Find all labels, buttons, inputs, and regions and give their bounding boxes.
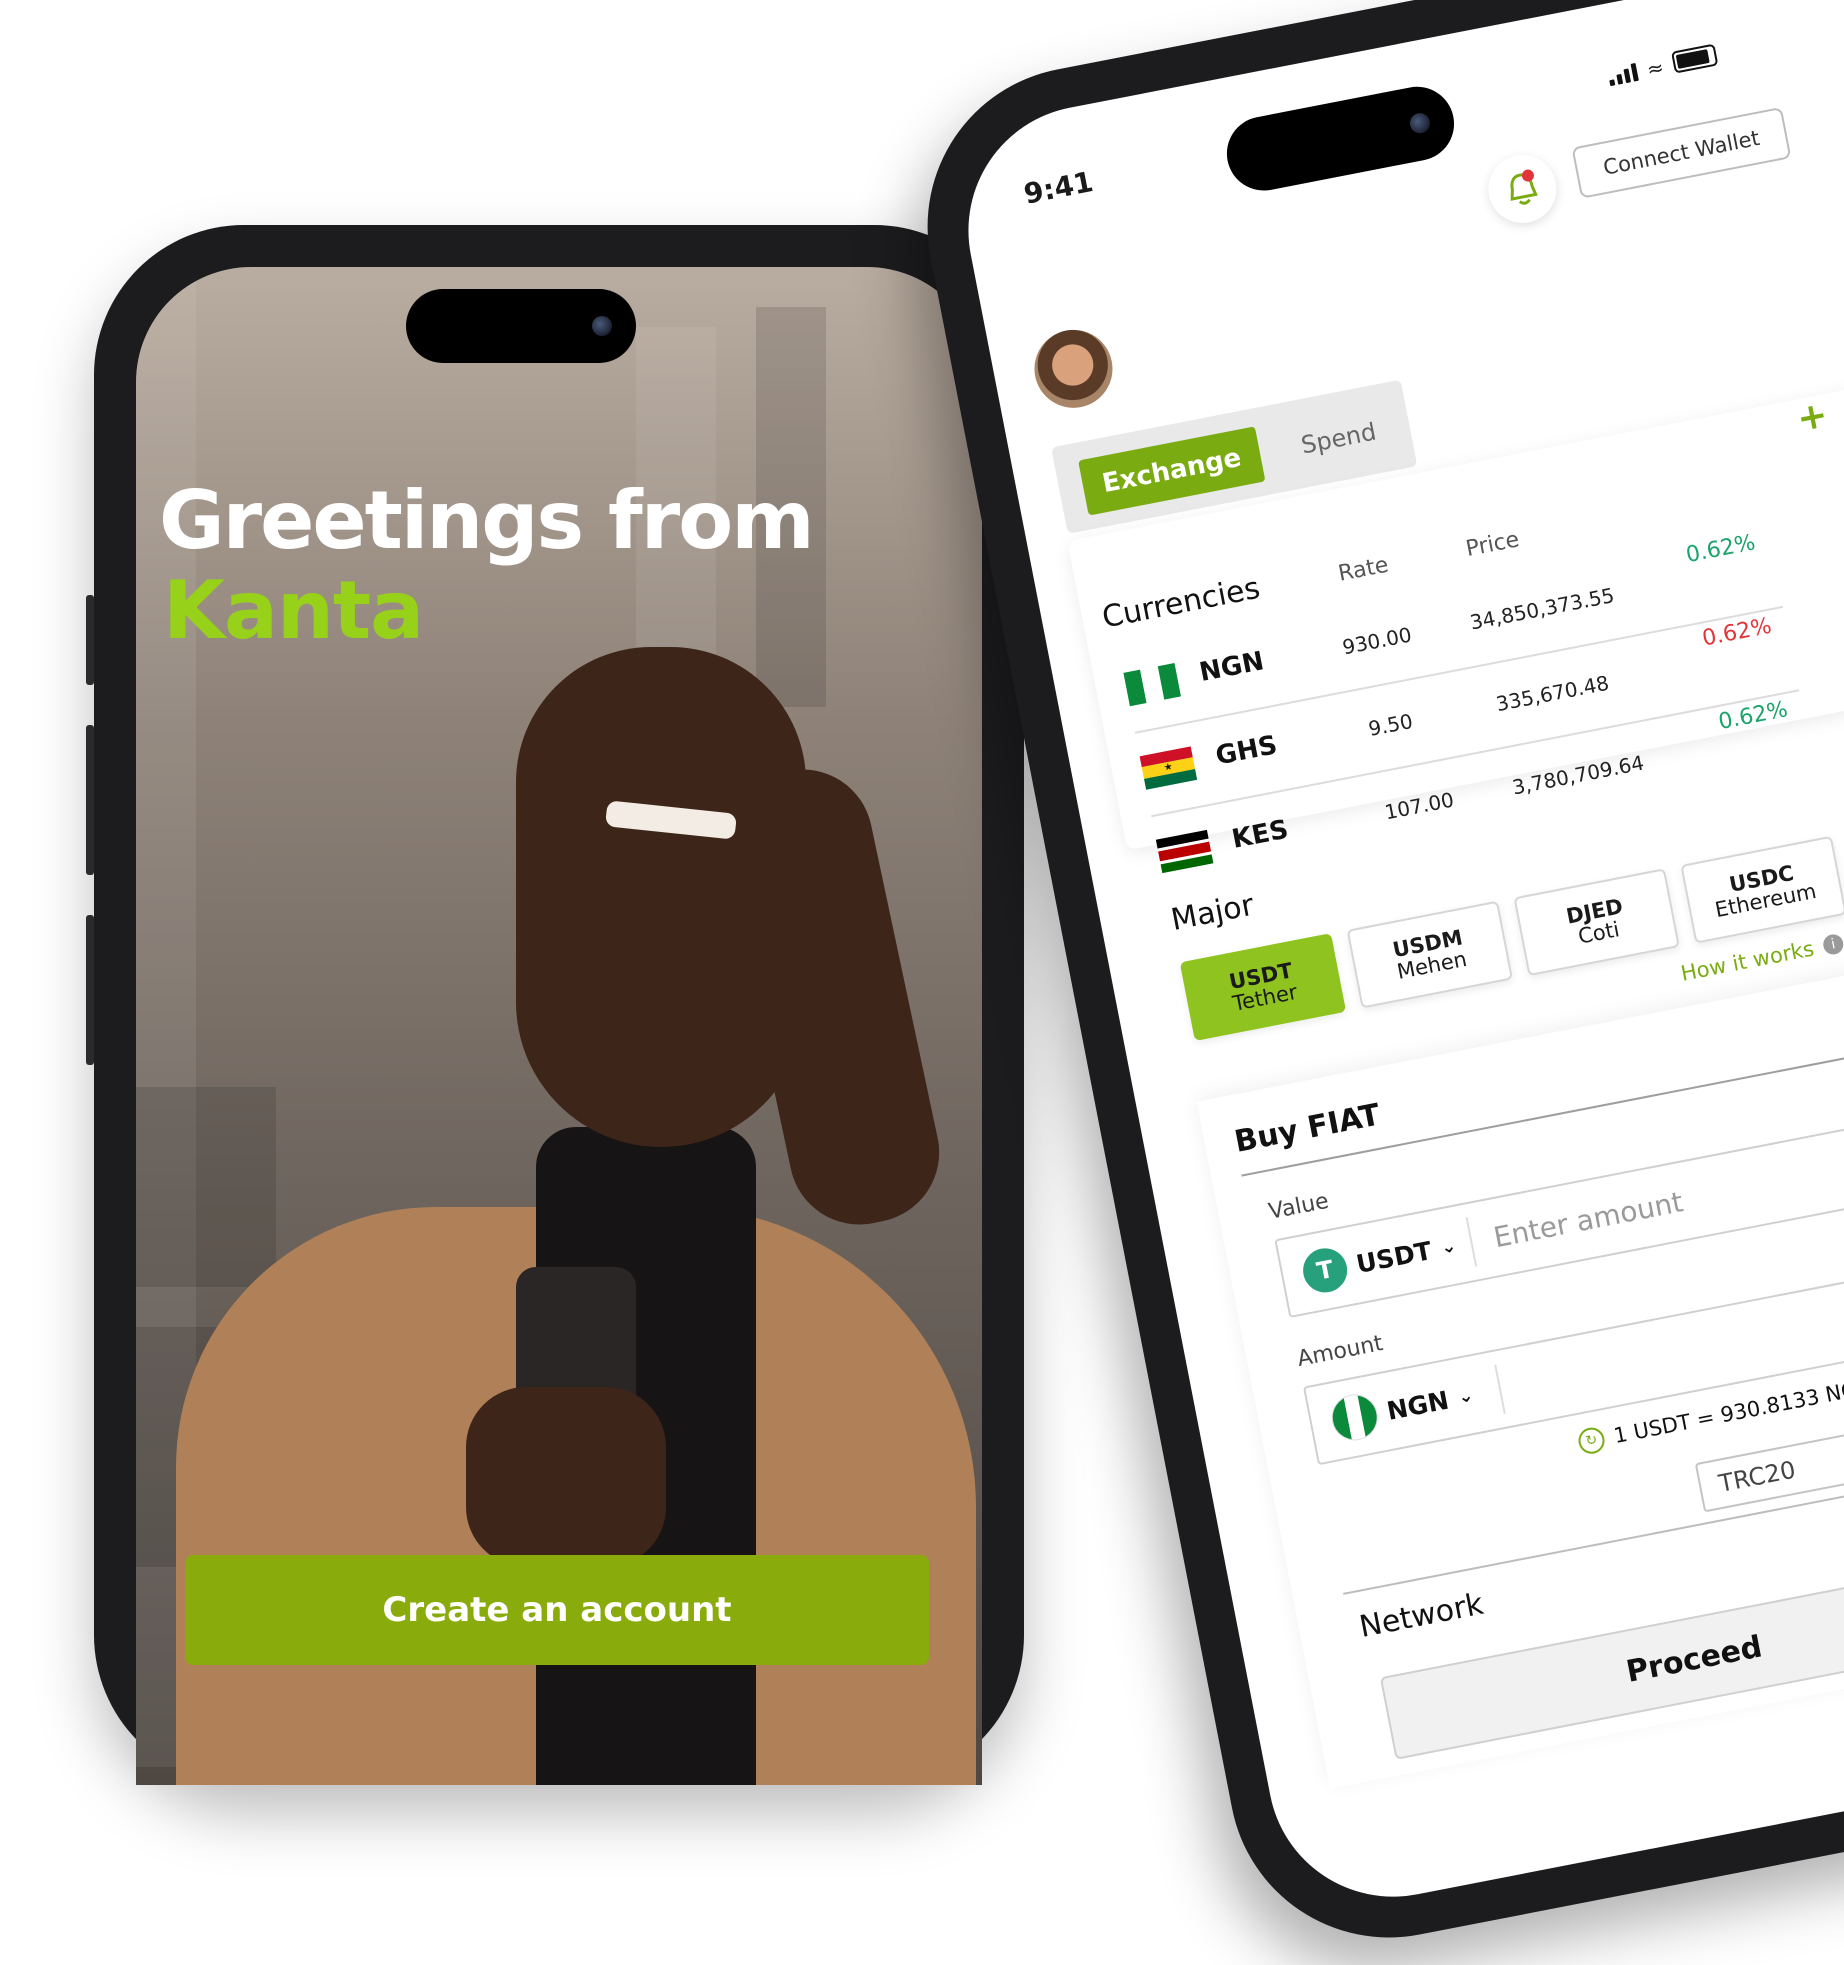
tab-spend[interactable]: Spend bbox=[1274, 400, 1402, 478]
amount-currency: NGN bbox=[1384, 1385, 1452, 1426]
exchange-screen: 9:41 ≈ Connect Wallet Exchange Spend + C… bbox=[946, 0, 1844, 1919]
how-it-works-label: How it works bbox=[1678, 936, 1816, 986]
nigeria-flag-icon bbox=[1327, 1390, 1382, 1445]
phone-left: Greetings from Kanta Create an account bbox=[86, 225, 1024, 1785]
major-title: Major bbox=[1168, 887, 1257, 938]
chevron-down-icon: ⌄ bbox=[1456, 1384, 1475, 1408]
person-photo bbox=[466, 1387, 666, 1567]
volume-button bbox=[86, 725, 94, 875]
dynamic-island bbox=[1220, 80, 1461, 197]
signal-icon bbox=[1607, 62, 1639, 87]
brand-name: Kanta bbox=[163, 564, 424, 657]
camera-icon bbox=[1408, 111, 1432, 135]
volume-button bbox=[86, 595, 94, 685]
chevron-down-icon: ⌄ bbox=[1439, 1234, 1458, 1259]
bell-icon bbox=[1510, 169, 1538, 205]
connect-wallet-button[interactable]: Connect Wallet bbox=[1571, 106, 1792, 199]
value-currency: USDT bbox=[1353, 1235, 1435, 1279]
status-icons: ≈ bbox=[1606, 43, 1719, 87]
coin-djed[interactable]: DJED Coti bbox=[1513, 868, 1680, 977]
wifi-icon: ≈ bbox=[1644, 54, 1666, 82]
camera-icon bbox=[592, 316, 612, 336]
coin-name: Coti bbox=[1576, 917, 1622, 949]
battery-icon bbox=[1670, 43, 1719, 74]
avatar[interactable] bbox=[1027, 323, 1120, 415]
coin-usdc[interactable]: USDC Ethereum bbox=[1680, 835, 1844, 944]
dynamic-island bbox=[406, 289, 636, 363]
volume-button bbox=[86, 915, 94, 1065]
value-input[interactable]: Enter amount bbox=[1469, 1185, 1686, 1258]
status-time: 9:41 bbox=[1021, 165, 1096, 211]
tab-exchange[interactable]: Exchange bbox=[1078, 426, 1266, 516]
coin-usdm[interactable]: USDM Mehen bbox=[1346, 900, 1514, 1009]
create-account-button[interactable]: Create an account bbox=[185, 1555, 929, 1665]
phone-right: 9:41 ≈ Connect Wallet Exchange Spend + C… bbox=[900, 0, 1844, 1965]
building-background bbox=[136, 1087, 276, 1287]
greeting-title: Greetings from bbox=[159, 474, 815, 567]
refresh-icon: ↻ bbox=[1576, 1425, 1607, 1456]
tether-icon: T bbox=[1299, 1244, 1351, 1297]
info-icon: i bbox=[1821, 932, 1844, 957]
notification-button[interactable] bbox=[1482, 149, 1563, 229]
coin-usdt[interactable]: USDT Tether bbox=[1179, 933, 1347, 1042]
